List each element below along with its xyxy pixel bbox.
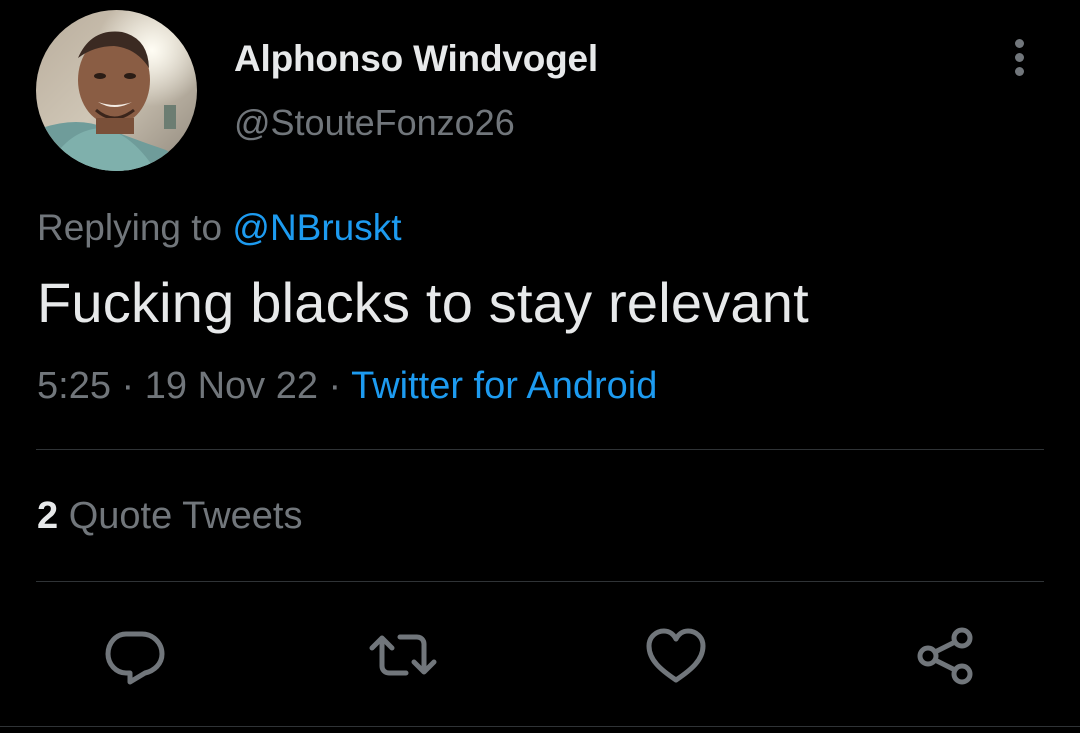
share-button[interactable]: [910, 620, 980, 690]
replying-to-prefix: Replying to: [37, 207, 233, 248]
author-display-name[interactable]: Alphonso Windvogel: [234, 38, 598, 80]
divider: [36, 581, 1044, 582]
like-button[interactable]: [641, 620, 711, 690]
tweet-text: Fucking blacks to stay relevant: [37, 271, 809, 334]
reply-button[interactable]: [100, 620, 170, 690]
heart-icon: [646, 628, 706, 683]
tweet-detail: Alphonso Windvogel @StouteFonzo26 Replyi…: [0, 0, 1080, 733]
bottom-divider: [0, 726, 1080, 727]
more-options-icon[interactable]: [1000, 36, 1040, 80]
tweet-date[interactable]: 19 Nov 22: [145, 365, 318, 407]
share-icon: [917, 627, 973, 685]
tweet-meta: 5:25 · 19 Nov 22 · Twitter for Android: [37, 365, 657, 408]
reply-icon: [105, 631, 165, 685]
retweet-icon: [369, 634, 437, 676]
tweet-time[interactable]: 5:25: [37, 365, 111, 407]
avatar-photo: [36, 10, 197, 171]
retweet-button[interactable]: [368, 620, 438, 690]
reply-mention-link[interactable]: @NBruskt: [232, 207, 401, 248]
tweet-source-link[interactable]: Twitter for Android: [351, 365, 657, 407]
replying-to: Replying to @NBruskt: [37, 207, 402, 249]
avatar[interactable]: [36, 10, 197, 171]
divider: [36, 449, 1044, 450]
quote-tweets-link[interactable]: 2 Quote Tweets: [37, 495, 302, 538]
author-handle[interactable]: @StouteFonzo26: [234, 102, 515, 144]
meta-separator: ·: [317, 365, 352, 407]
quote-tweets-count: 2: [37, 495, 59, 537]
quote-tweets-label: Quote Tweets: [58, 495, 303, 537]
meta-separator: ·: [110, 365, 145, 407]
